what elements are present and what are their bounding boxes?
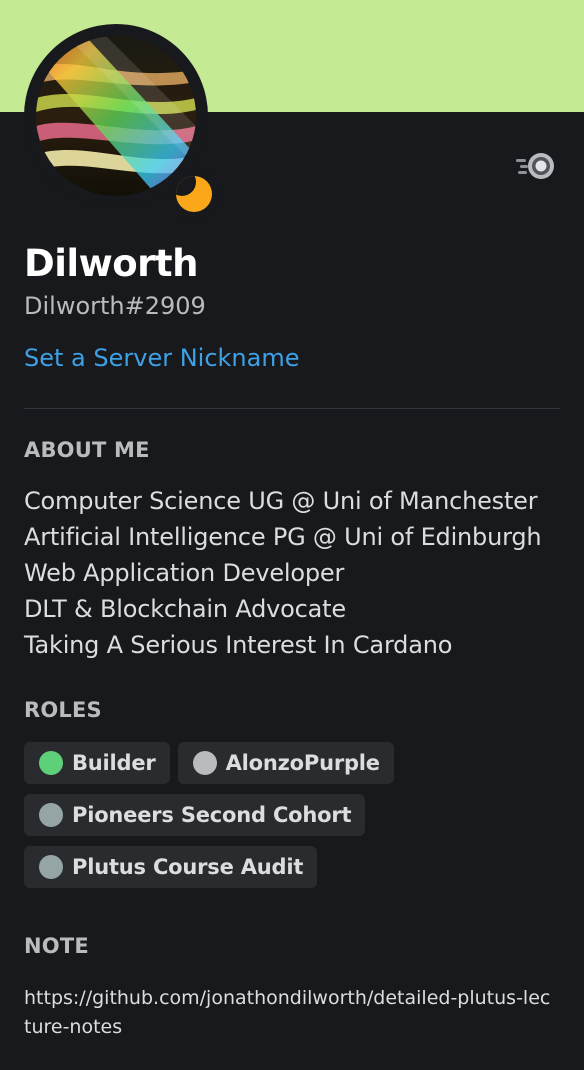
- avatar-image: [36, 36, 196, 196]
- role-color-dot: [192, 751, 217, 775]
- note-heading: NOTE: [24, 934, 89, 958]
- about-line: DLT & Blockchain Advocate: [24, 595, 346, 623]
- about-me-text: Computer Science UG @ Uni of Manchester …: [24, 483, 542, 663]
- role-name: AlonzoPurple: [225, 751, 380, 775]
- roles-heading: ROLES: [24, 698, 102, 722]
- role-pioneers-second-cohort[interactable]: Pioneers Second Cohort: [24, 794, 366, 836]
- status-idle-indicator: [168, 168, 220, 220]
- role-builder[interactable]: Builder: [24, 742, 170, 784]
- role-color-dot: [39, 751, 63, 775]
- role-name: Pioneers Second Cohort: [72, 803, 352, 827]
- role-alonzopurple[interactable]: AlonzoPurple: [177, 742, 394, 784]
- moon-icon: [176, 176, 212, 212]
- user-profile-popout: Dilworth Dilworth#2909 Set a Server Nick…: [0, 0, 584, 1070]
- about-line: Web Application Developer: [24, 559, 345, 587]
- role-plutus-course-audit[interactable]: Plutus Course Audit: [24, 846, 318, 888]
- about-me-heading: ABOUT ME: [24, 438, 150, 462]
- roles-list: Builder AlonzoPurple Pioneers Second Coh…: [24, 742, 564, 888]
- user-tag: Dilworth#2909: [24, 292, 206, 320]
- avatar[interactable]: [24, 24, 220, 220]
- about-line: Taking A Serious Interest In Cardano: [24, 631, 453, 659]
- note-input[interactable]: https://github.com/jonathondilworth/deta…: [24, 984, 554, 1042]
- display-name: Dilworth: [24, 242, 198, 285]
- nitro-boost-icon[interactable]: [514, 148, 560, 184]
- role-color-dot: [39, 803, 63, 827]
- role-name: Builder: [72, 751, 156, 775]
- role-name: Plutus Course Audit: [72, 855, 304, 879]
- set-server-nickname-link[interactable]: Set a Server Nickname: [24, 340, 299, 376]
- divider: [24, 408, 560, 409]
- role-color-dot: [39, 855, 63, 879]
- about-line: Artificial Intelligence PG @ Uni of Edin…: [24, 523, 542, 551]
- about-line: Computer Science UG @ Uni of Manchester: [24, 487, 538, 515]
